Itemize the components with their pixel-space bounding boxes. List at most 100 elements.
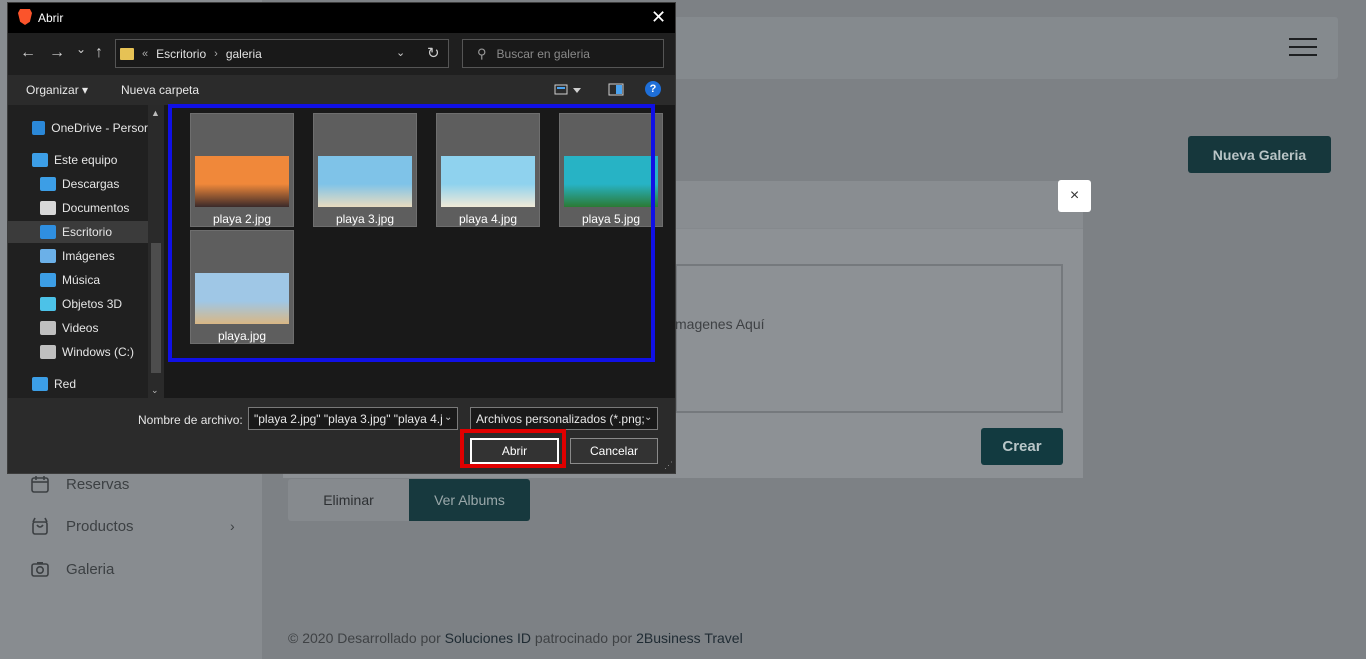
file-name: playa 2.jpg: [212, 212, 272, 226]
file-name: playa 3.jpg: [335, 212, 395, 226]
image-thumbnail: [564, 156, 658, 207]
tab-eliminar[interactable]: Eliminar: [288, 479, 409, 521]
nav-item-label: Imágenes: [62, 249, 115, 263]
image-thumbnail: [195, 273, 289, 324]
sidebar-item-red[interactable]: Red: [8, 373, 148, 395]
hamburger-menu-icon[interactable]: [1289, 38, 1317, 58]
sidebar-item-videos[interactable]: Videos: [8, 317, 148, 339]
dialog-title: Abrir: [38, 11, 64, 25]
organize-menu[interactable]: Organizar ▾: [26, 83, 88, 97]
new-folder-button[interactable]: Nueva carpeta: [121, 83, 199, 97]
search-placeholder: Buscar en galeria: [496, 46, 590, 61]
address-dropdown-icon[interactable]: ⌄: [396, 46, 405, 59]
nav-item-label: Windows (C:): [62, 345, 135, 359]
sidebar-item-windows-c-[interactable]: Windows (C:): [8, 341, 148, 363]
back-arrow-icon[interactable]: ←: [20, 44, 36, 62]
downloads-icon: [40, 177, 56, 191]
nav-item-label: Escritorio: [62, 225, 113, 239]
documents-icon: [40, 201, 56, 215]
drive-icon: [40, 345, 56, 359]
dialog-footer: Nombre de archivo: "playa 2.jpg" "playa …: [8, 398, 675, 473]
sidebar-item-música[interactable]: Música: [8, 269, 148, 291]
objects3d-icon: [40, 297, 56, 311]
sidebar-item-label: Reservas: [66, 475, 130, 493]
music-icon: [40, 273, 56, 287]
image-dropzone[interactable]: [675, 264, 1063, 413]
footer-sponsor-link[interactable]: 2Business Travel: [636, 630, 743, 646]
create-button[interactable]: Crear: [981, 428, 1063, 465]
search-icon: ⚲: [477, 45, 487, 61]
modal-close-button[interactable]: ×: [1058, 180, 1091, 212]
file-item[interactable]: playa.jpg: [190, 230, 294, 344]
onedrive-icon: [32, 121, 46, 135]
filetype-select[interactable]: Archivos personalizados (*.png;: [470, 407, 658, 430]
footer-company-link[interactable]: Soluciones ID: [445, 630, 531, 646]
file-item[interactable]: playa 3.jpg: [313, 113, 417, 227]
refresh-icon[interactable]: ↻: [427, 44, 440, 62]
search-input[interactable]: ⚲ Buscar en galeria: [462, 39, 664, 68]
dialog-titlebar: Abrir ✕: [8, 3, 675, 33]
sidebar-item-productos[interactable]: Productos ›: [30, 516, 235, 536]
resize-grip-icon[interactable]: ⋰: [664, 460, 673, 471]
file-name: playa 4.jpg: [458, 212, 518, 226]
image-thumbnail: [318, 156, 412, 207]
file-open-dialog: Abrir ✕ ← → ⌄ ↑ « Escritorio › galeria ⌄…: [7, 2, 676, 474]
sidebar-item-label: Productos: [66, 517, 134, 535]
cancel-button[interactable]: Cancelar: [570, 438, 658, 464]
breadcrumb-escritorio[interactable]: Escritorio: [156, 47, 206, 61]
sidebar-item-este-equipo[interactable]: Este equipo: [8, 149, 148, 171]
sidebar-item-galeria[interactable]: Galeria: [30, 559, 114, 579]
help-icon[interactable]: ?: [645, 81, 661, 97]
image-thumbnail: [441, 156, 535, 207]
tab-ver-albums[interactable]: Ver Albums: [409, 479, 530, 521]
new-gallery-button[interactable]: Nueva Galeria: [1188, 136, 1331, 173]
calendar-icon: [31, 476, 49, 493]
recent-locations-icon[interactable]: ⌄: [76, 42, 86, 56]
brave-logo-icon: [18, 9, 32, 25]
navigation-row: ← → ⌄ ↑ « Escritorio › galeria ⌄ ↻ ⚲ Bus…: [8, 33, 675, 75]
filetype-dropdown-icon[interactable]: ⌄: [644, 412, 652, 423]
footer: © 2020 Desarrollado por Soluciones ID pa…: [288, 630, 743, 646]
filename-dropdown-icon[interactable]: ⌄: [444, 412, 452, 423]
sidebar-item-imágenes[interactable]: Imágenes: [8, 245, 148, 267]
open-button[interactable]: Abrir: [470, 438, 559, 464]
sidebar-item-reservas[interactable]: Reservas: [30, 474, 129, 494]
sidebar-item-descargas[interactable]: Descargas: [8, 173, 148, 195]
file-list-pane: playa 2.jpg playa 3.jpg playa 4.jpg playa 5…: [164, 105, 675, 398]
breadcrumb-overflow[interactable]: «: [142, 48, 148, 60]
forward-arrow-icon[interactable]: →: [49, 44, 65, 62]
sidebar-item-escritorio[interactable]: Escritorio: [8, 221, 148, 243]
file-item[interactable]: playa 2.jpg: [190, 113, 294, 227]
breadcrumb-separator: ›: [214, 47, 218, 60]
view-options-icon[interactable]: [554, 83, 582, 97]
scroll-down-icon[interactable]: ⌄: [151, 385, 159, 396]
address-bar[interactable]: « Escritorio › galeria ⌄ ↻: [115, 39, 449, 68]
filename-input[interactable]: "playa 2.jpg" "playa 3.jpg" "playa 4.j: [248, 407, 458, 430]
sidebar-item-documentos[interactable]: Documentos: [8, 197, 148, 219]
up-arrow-icon[interactable]: ↑: [95, 44, 103, 62]
close-icon[interactable]: ✕: [651, 7, 666, 28]
dropzone-text: magenes Aquí: [675, 316, 765, 332]
sidebar-item-objetos-3d[interactable]: Objetos 3D: [8, 293, 148, 315]
preview-pane-icon[interactable]: [608, 83, 624, 97]
file-item[interactable]: playa 5.jpg: [559, 113, 663, 227]
navpane-scrollbar[interactable]: ▲ ⌄: [148, 105, 164, 398]
scrollbar-thumb[interactable]: [151, 243, 161, 373]
computer-icon: [32, 153, 48, 167]
breadcrumb-galeria[interactable]: galeria: [226, 47, 262, 61]
file-item[interactable]: playa 4.jpg: [436, 113, 540, 227]
folder-icon: [120, 47, 134, 60]
nav-item-label: Este equipo: [54, 153, 118, 167]
nav-item-label: Videos: [62, 321, 99, 335]
scroll-up-icon[interactable]: ▲: [151, 108, 160, 118]
nav-item-label: Objetos 3D: [62, 297, 123, 311]
nav-item-label: OneDrive - Persor: [51, 121, 148, 135]
sidebar-item-onedrive-persor[interactable]: OneDrive - Persor: [8, 117, 148, 139]
chevron-right-icon: ›: [230, 518, 235, 534]
image-thumbnail: [195, 156, 289, 207]
navigation-pane: OneDrive - Persor Este equipo Descargas Doc…: [8, 105, 164, 398]
sidebar-item-label: Galeria: [66, 560, 115, 578]
camera-icon: [31, 562, 49, 577]
dialog-toolbar: Organizar ▾ Nueva carpeta ?: [8, 75, 675, 105]
file-name: playa 5.jpg: [581, 212, 641, 226]
